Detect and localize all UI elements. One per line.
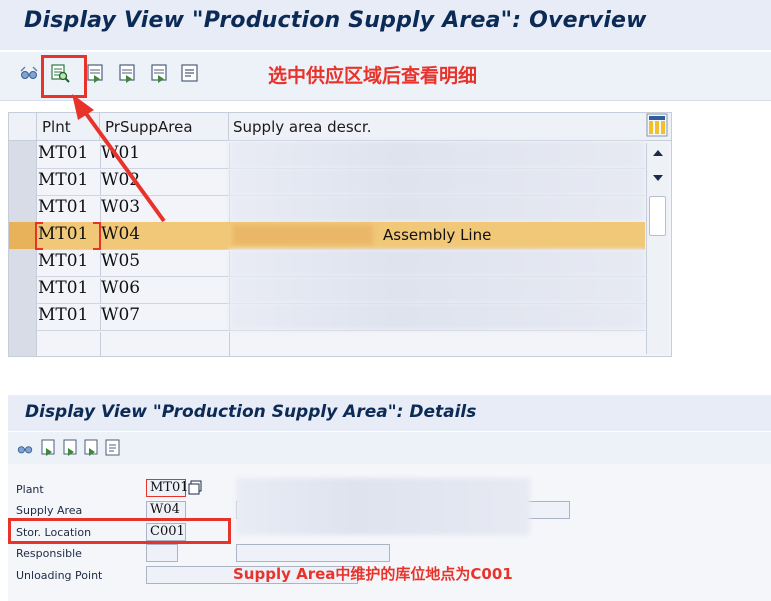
first-entry-icon[interactable] — [41, 439, 57, 457]
red-arrow — [72, 94, 166, 223]
col-header-description[interactable]: Supply area descr. — [233, 118, 371, 136]
plant-field[interactable]: MT01 — [146, 479, 189, 497]
cell-description — [229, 195, 645, 222]
row-selector[interactable] — [9, 249, 37, 276]
cell-plant: MT01 — [37, 278, 101, 303]
overview-annotation: 选中供应区域后查看明细 — [268, 65, 478, 87]
cell-description — [229, 249, 645, 276]
table-row[interactable]: MT01 W06 — [9, 276, 645, 304]
cell-supply-area: W06 — [100, 278, 230, 303]
row-selector[interactable] — [9, 195, 37, 222]
row-selector[interactable] — [9, 330, 37, 356]
supply-area-field[interactable]: W04 — [146, 501, 186, 519]
row-selector[interactable] — [9, 303, 37, 330]
scroll-thumb[interactable] — [649, 196, 666, 236]
supply-area-label: Supply Area — [16, 504, 83, 517]
selected-plant-bracket — [35, 222, 43, 250]
table-row[interactable]: MT01 W05 — [9, 249, 645, 277]
table-scrollbar[interactable] — [646, 143, 669, 354]
column-settings-icon[interactable] — [646, 113, 668, 137]
copy-icon[interactable] — [188, 480, 204, 496]
glasses-icon[interactable] — [19, 63, 39, 83]
select-all-cell[interactable] — [9, 113, 37, 140]
plant-label: Plant — [16, 483, 44, 496]
scroll-down-icon[interactable] — [652, 174, 664, 182]
text-icon[interactable] — [105, 439, 121, 457]
row-selector[interactable] — [9, 276, 37, 303]
text-icon[interactable] — [180, 63, 200, 83]
glasses-icon[interactable] — [16, 439, 34, 457]
prev-entry-icon[interactable] — [63, 439, 79, 457]
description-text: Assembly Line — [383, 226, 492, 244]
scroll-up-icon[interactable] — [652, 149, 664, 157]
responsible-field[interactable] — [146, 544, 178, 562]
prev-entry-icon[interactable] — [118, 63, 138, 83]
details-title: Display View "Production Supply Area": D… — [25, 402, 477, 422]
cell-supply-area: W07 — [100, 305, 230, 330]
cell-plant: MT01 — [37, 305, 101, 330]
cell-description — [229, 141, 645, 168]
details-title-bar: Display View "Production Supply Area": D… — [8, 395, 771, 431]
blurred-description — [236, 478, 530, 535]
row-selector[interactable] — [9, 222, 37, 249]
responsible-description-field[interactable] — [236, 544, 390, 562]
overview-title: Display View "Production Supply Area": O… — [24, 8, 647, 33]
cell-description: Assembly Line — [229, 222, 645, 249]
table-row-empty[interactable] — [9, 330, 645, 356]
cell-plant: MT01 — [37, 251, 101, 276]
responsible-label: Responsible — [16, 547, 82, 560]
first-entry-icon[interactable] — [86, 63, 106, 83]
row-selector[interactable] — [9, 168, 37, 195]
next-entry-icon[interactable] — [150, 63, 170, 83]
cell-description — [229, 303, 645, 330]
cell-description — [229, 276, 645, 303]
details-toolbar — [8, 432, 771, 464]
unloading-point-label: Unloading Point — [16, 569, 103, 582]
cell-plant — [37, 332, 101, 356]
highlight-box-stor-location — [8, 518, 231, 544]
cell-supply-area — [100, 332, 230, 356]
cell-supply-area: W05 — [100, 251, 230, 276]
table-row[interactable]: MT01 W07 — [9, 303, 645, 331]
cell-description — [229, 168, 645, 195]
overview-title-bar: Display View "Production Supply Area": O… — [0, 0, 771, 50]
next-entry-icon[interactable] — [84, 439, 100, 457]
details-annotation: Supply Area中维护的库位地点为C001 — [233, 565, 513, 583]
row-selector[interactable] — [9, 141, 37, 168]
